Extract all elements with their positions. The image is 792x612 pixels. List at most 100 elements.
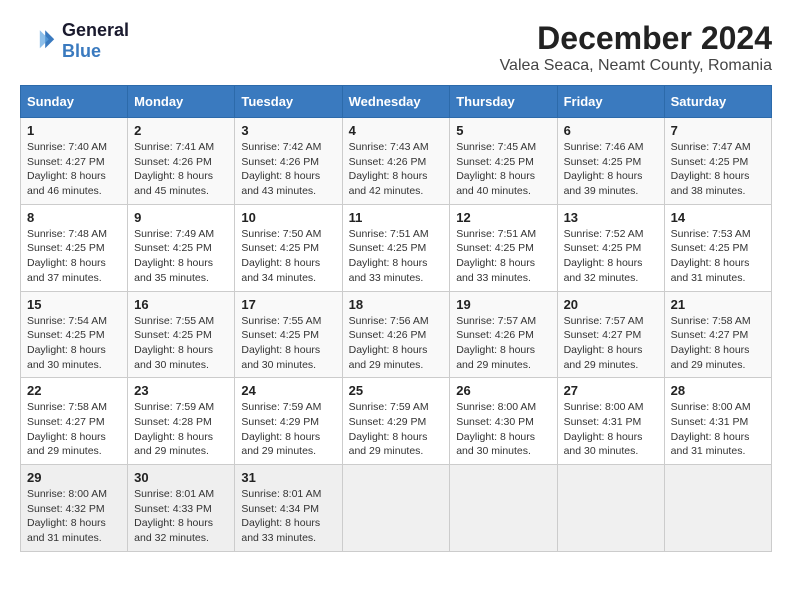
calendar-week-3: 15 Sunrise: 7:54 AM Sunset: 4:25 PM Dayl… (21, 291, 772, 378)
day-number: 9 (134, 210, 228, 225)
day-info: Sunrise: 8:00 AM Sunset: 4:30 PM Dayligh… (456, 400, 550, 459)
calendar-day-12: 12 Sunrise: 7:51 AM Sunset: 4:25 PM Dayl… (450, 204, 557, 291)
day-info: Sunrise: 7:52 AM Sunset: 4:25 PM Dayligh… (564, 227, 658, 286)
calendar-week-4: 22 Sunrise: 7:58 AM Sunset: 4:27 PM Dayl… (21, 378, 772, 465)
day-number: 31 (241, 470, 335, 485)
day-number: 30 (134, 470, 228, 485)
day-number: 13 (564, 210, 658, 225)
calendar-day-29: 29 Sunrise: 8:00 AM Sunset: 4:32 PM Dayl… (21, 465, 128, 552)
day-info: Sunrise: 7:48 AM Sunset: 4:25 PM Dayligh… (27, 227, 121, 286)
day-number: 27 (564, 383, 658, 398)
day-info: Sunrise: 7:50 AM Sunset: 4:25 PM Dayligh… (241, 227, 335, 286)
calendar-day-2: 2 Sunrise: 7:41 AM Sunset: 4:26 PM Dayli… (128, 118, 235, 205)
empty-cell (342, 465, 450, 552)
calendar-table: SundayMondayTuesdayWednesdayThursdayFrid… (20, 85, 772, 552)
day-info: Sunrise: 7:58 AM Sunset: 4:27 PM Dayligh… (27, 400, 121, 459)
calendar-day-8: 8 Sunrise: 7:48 AM Sunset: 4:25 PM Dayli… (21, 204, 128, 291)
day-info: Sunrise: 8:00 AM Sunset: 4:32 PM Dayligh… (27, 487, 121, 546)
day-info: Sunrise: 8:00 AM Sunset: 4:31 PM Dayligh… (671, 400, 765, 459)
day-info: Sunrise: 7:42 AM Sunset: 4:26 PM Dayligh… (241, 140, 335, 199)
day-info: Sunrise: 7:55 AM Sunset: 4:25 PM Dayligh… (241, 314, 335, 373)
day-number: 21 (671, 297, 765, 312)
day-number: 11 (349, 210, 444, 225)
day-number: 1 (27, 123, 121, 138)
day-number: 19 (456, 297, 550, 312)
weekday-header-sunday: Sunday (21, 86, 128, 118)
day-info: Sunrise: 7:51 AM Sunset: 4:25 PM Dayligh… (349, 227, 444, 286)
weekday-header-row: SundayMondayTuesdayWednesdayThursdayFrid… (21, 86, 772, 118)
day-number: 23 (134, 383, 228, 398)
day-info: Sunrise: 8:00 AM Sunset: 4:31 PM Dayligh… (564, 400, 658, 459)
calendar-day-13: 13 Sunrise: 7:52 AM Sunset: 4:25 PM Dayl… (557, 204, 664, 291)
day-info: Sunrise: 7:59 AM Sunset: 4:29 PM Dayligh… (349, 400, 444, 459)
calendar-day-24: 24 Sunrise: 7:59 AM Sunset: 4:29 PM Dayl… (235, 378, 342, 465)
page-title: December 2024 (500, 20, 772, 57)
calendar-day-28: 28 Sunrise: 8:00 AM Sunset: 4:31 PM Dayl… (664, 378, 771, 465)
calendar-week-1: 1 Sunrise: 7:40 AM Sunset: 4:27 PM Dayli… (21, 118, 772, 205)
calendar-day-3: 3 Sunrise: 7:42 AM Sunset: 4:26 PM Dayli… (235, 118, 342, 205)
calendar-day-17: 17 Sunrise: 7:55 AM Sunset: 4:25 PM Dayl… (235, 291, 342, 378)
calendar-day-19: 19 Sunrise: 7:57 AM Sunset: 4:26 PM Dayl… (450, 291, 557, 378)
day-number: 4 (349, 123, 444, 138)
calendar-day-18: 18 Sunrise: 7:56 AM Sunset: 4:26 PM Dayl… (342, 291, 450, 378)
calendar-day-4: 4 Sunrise: 7:43 AM Sunset: 4:26 PM Dayli… (342, 118, 450, 205)
calendar-day-11: 11 Sunrise: 7:51 AM Sunset: 4:25 PM Dayl… (342, 204, 450, 291)
day-info: Sunrise: 7:41 AM Sunset: 4:26 PM Dayligh… (134, 140, 228, 199)
calendar-day-30: 30 Sunrise: 8:01 AM Sunset: 4:33 PM Dayl… (128, 465, 235, 552)
day-number: 29 (27, 470, 121, 485)
calendar-day-23: 23 Sunrise: 7:59 AM Sunset: 4:28 PM Dayl… (128, 378, 235, 465)
weekday-header-friday: Friday (557, 86, 664, 118)
day-info: Sunrise: 7:55 AM Sunset: 4:25 PM Dayligh… (134, 314, 228, 373)
day-info: Sunrise: 7:57 AM Sunset: 4:26 PM Dayligh… (456, 314, 550, 373)
calendar-day-22: 22 Sunrise: 7:58 AM Sunset: 4:27 PM Dayl… (21, 378, 128, 465)
day-number: 20 (564, 297, 658, 312)
calendar-day-9: 9 Sunrise: 7:49 AM Sunset: 4:25 PM Dayli… (128, 204, 235, 291)
logo-text: General Blue (62, 20, 129, 62)
day-info: Sunrise: 7:49 AM Sunset: 4:25 PM Dayligh… (134, 227, 228, 286)
day-info: Sunrise: 7:51 AM Sunset: 4:25 PM Dayligh… (456, 227, 550, 286)
day-info: Sunrise: 7:40 AM Sunset: 4:27 PM Dayligh… (27, 140, 121, 199)
day-info: Sunrise: 7:47 AM Sunset: 4:25 PM Dayligh… (671, 140, 765, 199)
weekday-header-saturday: Saturday (664, 86, 771, 118)
day-number: 5 (456, 123, 550, 138)
calendar-day-15: 15 Sunrise: 7:54 AM Sunset: 4:25 PM Dayl… (21, 291, 128, 378)
day-number: 25 (349, 383, 444, 398)
empty-cell (557, 465, 664, 552)
day-info: Sunrise: 7:46 AM Sunset: 4:25 PM Dayligh… (564, 140, 658, 199)
day-info: Sunrise: 7:59 AM Sunset: 4:28 PM Dayligh… (134, 400, 228, 459)
calendar-day-7: 7 Sunrise: 7:47 AM Sunset: 4:25 PM Dayli… (664, 118, 771, 205)
day-number: 16 (134, 297, 228, 312)
calendar-day-16: 16 Sunrise: 7:55 AM Sunset: 4:25 PM Dayl… (128, 291, 235, 378)
calendar-day-31: 31 Sunrise: 8:01 AM Sunset: 4:34 PM Dayl… (235, 465, 342, 552)
calendar-day-20: 20 Sunrise: 7:57 AM Sunset: 4:27 PM Dayl… (557, 291, 664, 378)
day-number: 22 (27, 383, 121, 398)
day-number: 3 (241, 123, 335, 138)
day-info: Sunrise: 7:56 AM Sunset: 4:26 PM Dayligh… (349, 314, 444, 373)
title-area: December 2024 Valea Seaca, Neamt County,… (500, 20, 772, 75)
weekday-header-thursday: Thursday (450, 86, 557, 118)
empty-cell (450, 465, 557, 552)
day-info: Sunrise: 8:01 AM Sunset: 4:33 PM Dayligh… (134, 487, 228, 546)
day-info: Sunrise: 7:59 AM Sunset: 4:29 PM Dayligh… (241, 400, 335, 459)
calendar-day-10: 10 Sunrise: 7:50 AM Sunset: 4:25 PM Dayl… (235, 204, 342, 291)
day-info: Sunrise: 8:01 AM Sunset: 4:34 PM Dayligh… (241, 487, 335, 546)
day-number: 15 (27, 297, 121, 312)
calendar-day-21: 21 Sunrise: 7:58 AM Sunset: 4:27 PM Dayl… (664, 291, 771, 378)
day-info: Sunrise: 7:58 AM Sunset: 4:27 PM Dayligh… (671, 314, 765, 373)
calendar-day-14: 14 Sunrise: 7:53 AM Sunset: 4:25 PM Dayl… (664, 204, 771, 291)
day-info: Sunrise: 7:45 AM Sunset: 4:25 PM Dayligh… (456, 140, 550, 199)
calendar-week-2: 8 Sunrise: 7:48 AM Sunset: 4:25 PM Dayli… (21, 204, 772, 291)
page-subtitle: Valea Seaca, Neamt County, Romania (500, 57, 772, 75)
weekday-header-tuesday: Tuesday (235, 86, 342, 118)
calendar-day-6: 6 Sunrise: 7:46 AM Sunset: 4:25 PM Dayli… (557, 118, 664, 205)
day-number: 10 (241, 210, 335, 225)
day-number: 6 (564, 123, 658, 138)
day-number: 2 (134, 123, 228, 138)
day-info: Sunrise: 7:57 AM Sunset: 4:27 PM Dayligh… (564, 314, 658, 373)
day-info: Sunrise: 7:43 AM Sunset: 4:26 PM Dayligh… (349, 140, 444, 199)
empty-cell (664, 465, 771, 552)
day-number: 28 (671, 383, 765, 398)
day-number: 26 (456, 383, 550, 398)
day-number: 18 (349, 297, 444, 312)
day-number: 24 (241, 383, 335, 398)
